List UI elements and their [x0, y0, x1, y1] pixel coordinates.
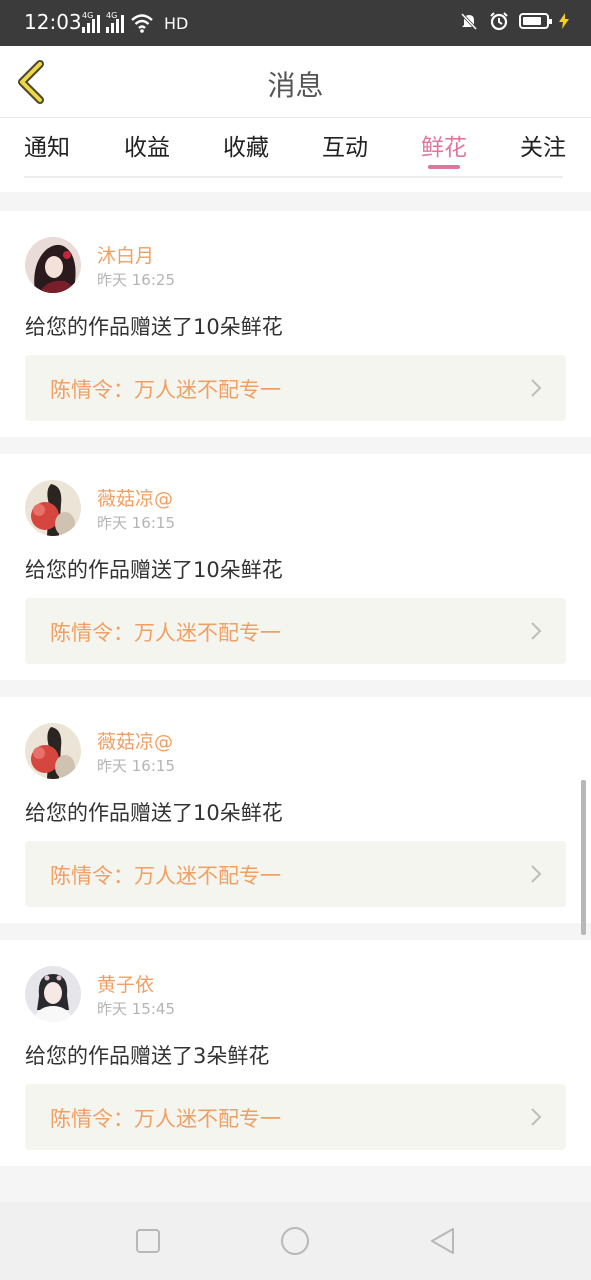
recent-apps-button[interactable] — [133, 1226, 163, 1256]
notification-message: 给您的作品赠送了10朵鲜花 — [25, 558, 283, 582]
username[interactable]: 薇菇凉@ — [97, 484, 173, 511]
home-button[interactable] — [280, 1226, 310, 1256]
work-title: 陈情令：万人迷不配专一 — [50, 378, 281, 402]
hd-label: HD — [164, 14, 189, 33]
notification-card: 黄子依 昨天 15:45 给您的作品赠送了3朵鲜花 陈情令：万人迷不配专一 — [0, 940, 591, 1166]
username[interactable]: 沐白月 — [97, 241, 154, 268]
work-title: 陈情令：万人迷不配专一 — [50, 621, 281, 645]
tab-interaction[interactable]: 互动 — [322, 128, 368, 162]
tab-flowers[interactable]: 鲜花 — [421, 128, 467, 162]
signal-icon: 4G — [82, 11, 100, 33]
charging-icon — [559, 13, 569, 29]
tab-bar: 通知 收益 收藏 互动 鲜花 关注 — [0, 118, 591, 178]
battery-icon — [519, 13, 552, 29]
content-spacer — [0, 178, 591, 192]
notification-message: 给您的作品赠送了10朵鲜花 — [25, 801, 283, 825]
nav-back-button[interactable] — [428, 1226, 458, 1256]
page-title: 消息 — [267, 69, 324, 102]
tab-notifications[interactable]: 通知 — [24, 128, 70, 162]
work-link[interactable]: 陈情令：万人迷不配专一 — [25, 1084, 566, 1150]
work-title: 陈情令：万人迷不配专一 — [50, 1107, 281, 1131]
network-type-label: 4G — [82, 11, 94, 20]
timestamp: 昨天 15:45 — [97, 1000, 175, 1018]
avatar[interactable] — [25, 966, 81, 1022]
status-time: 12:03 — [24, 10, 82, 34]
username[interactable]: 黄子依 — [97, 970, 154, 997]
avatar[interactable] — [25, 723, 81, 779]
wifi-icon — [131, 14, 153, 33]
chevron-right-icon — [531, 1108, 542, 1126]
avatar[interactable] — [25, 237, 81, 293]
work-title: 陈情令：万人迷不配专一 — [50, 864, 281, 888]
alarm-icon — [490, 12, 508, 31]
timestamp: 昨天 16:25 — [97, 271, 175, 289]
status-bar: 12:03 4G 4G HD — [0, 0, 591, 46]
mute-bell-icon — [460, 12, 478, 31]
notification-message: 给您的作品赠送了10朵鲜花 — [25, 315, 283, 339]
work-link[interactable]: 陈情令：万人迷不配专一 — [25, 598, 566, 664]
back-icon — [431, 1228, 454, 1254]
notification-message: 给您的作品赠送了3朵鲜花 — [25, 1044, 270, 1068]
recent-apps-icon — [136, 1229, 160, 1253]
work-link[interactable]: 陈情令：万人迷不配专一 — [25, 355, 566, 421]
status-network-group: 4G 4G HD — [82, 11, 189, 33]
network-type-label: 4G — [106, 11, 118, 20]
notification-card: 沐白月 昨天 16:25 给您的作品赠送了10朵鲜花 陈情令：万人迷不配专一 — [0, 211, 591, 437]
active-tab-indicator — [428, 165, 460, 169]
signal-icon: 4G — [106, 11, 124, 33]
status-right-icons — [459, 11, 569, 31]
chevron-right-icon — [531, 865, 542, 883]
timestamp: 昨天 16:15 — [97, 514, 175, 532]
tab-favorites[interactable]: 收藏 — [223, 128, 269, 162]
tab-earnings[interactable]: 收益 — [124, 128, 170, 162]
chevron-right-icon — [531, 622, 542, 640]
scrollbar[interactable] — [581, 780, 586, 935]
home-icon — [281, 1227, 309, 1255]
notification-card: 薇菇凉@ 昨天 16:15 给您的作品赠送了10朵鲜花 陈情令：万人迷不配专一 — [0, 697, 591, 923]
tab-follow[interactable]: 关注 — [520, 128, 566, 162]
avatar[interactable] — [25, 480, 81, 536]
chevron-right-icon — [531, 379, 542, 397]
work-link[interactable]: 陈情令：万人迷不配专一 — [25, 841, 566, 907]
timestamp: 昨天 16:15 — [97, 757, 175, 775]
app-header: 消息 — [0, 46, 591, 118]
username[interactable]: 薇菇凉@ — [97, 727, 173, 754]
notification-card: 薇菇凉@ 昨天 16:15 给您的作品赠送了10朵鲜花 陈情令：万人迷不配专一 — [0, 454, 591, 680]
system-nav-bar — [0, 1202, 591, 1280]
